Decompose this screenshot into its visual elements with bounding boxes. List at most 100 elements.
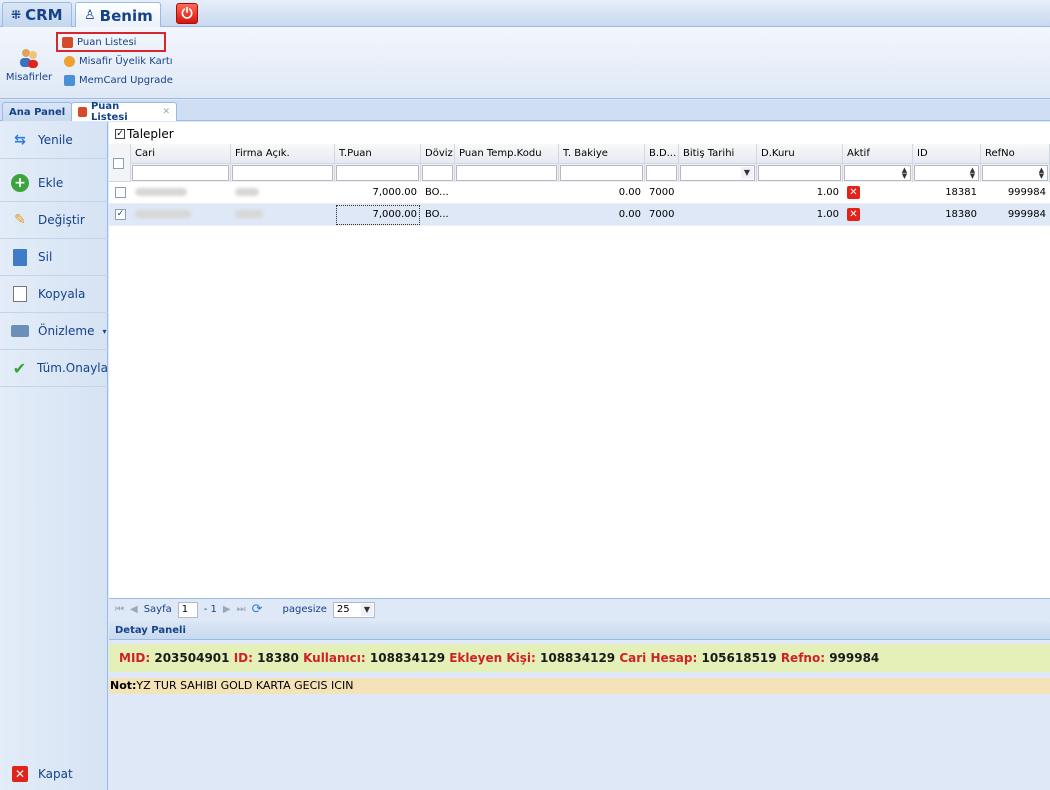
- column-header-aktif[interactable]: Aktif: [843, 144, 913, 164]
- grid-title-checkbox[interactable]: ✓: [115, 129, 125, 139]
- adder-label: Ekleyen Kişi:: [449, 651, 536, 665]
- page-number-input[interactable]: 1: [177, 601, 198, 618]
- last-page-icon[interactable]: ⏭: [237, 604, 246, 615]
- tab-puan-listesi-label: Puan Listesi: [90, 101, 128, 123]
- toolbar-label: Önizleme: [38, 324, 95, 338]
- column-header-doviz[interactable]: Döviz: [421, 144, 455, 164]
- user-label: Kullanıcı:: [303, 651, 366, 665]
- pagesize-select[interactable]: 25 ▼: [332, 601, 375, 618]
- gift-icon: [62, 36, 73, 48]
- column-header-label: Bitiş Tarihi: [683, 148, 735, 159]
- column-header-firma[interactable]: Firma Açık.: [231, 144, 335, 164]
- degistir-button[interactable]: ✎ Değiştir: [0, 202, 108, 239]
- chevron-down-icon[interactable]: ▼: [741, 167, 753, 179]
- toolbar-label: Yenile: [38, 133, 73, 147]
- filter-input[interactable]: ▲ ▼: [914, 165, 979, 181]
- ribbon-item-misafir-uyelik[interactable]: Misafir Üyelik Kartı: [60, 53, 177, 69]
- detail-panel: MID: 203504901 ID: 18380 Kullanıcı: 1088…: [109, 640, 1050, 790]
- tab-ana-panel[interactable]: Ana Panel: [2, 102, 73, 121]
- ribbon-item-label: Misafir Üyelik Kartı: [79, 55, 173, 67]
- spinner-icon[interactable]: ▲ ▼: [1037, 167, 1046, 180]
- power-icon[interactable]: ⏻: [176, 3, 198, 24]
- filter-input[interactable]: ▼: [680, 165, 755, 181]
- first-page-icon[interactable]: ⏮: [115, 604, 124, 615]
- filter-input[interactable]: [422, 165, 453, 181]
- gift-icon: [78, 107, 87, 117]
- column-header-puan-temp[interactable]: Puan Temp.Kodu: [455, 144, 559, 164]
- filter-input[interactable]: ▲ ▼: [982, 165, 1048, 181]
- spinner-icon[interactable]: ▲ ▼: [968, 167, 977, 180]
- sil-button[interactable]: Sil: [0, 239, 108, 276]
- filter-refno: ▲ ▼: [981, 164, 1050, 182]
- kapat-button[interactable]: ✕ Kapat: [0, 755, 108, 790]
- column-header-bd[interactable]: B.D...: [645, 144, 679, 164]
- page-tab-bar: Ana Panel Puan Listesi ✕: [0, 100, 1050, 123]
- tab-puan-listesi[interactable]: Puan Listesi ✕: [71, 101, 177, 123]
- filter-input[interactable]: [758, 165, 841, 181]
- column-header-dkuru[interactable]: D.Kuru: [757, 144, 843, 164]
- yenile-button[interactable]: ⇆ Yenile: [0, 122, 108, 159]
- filter-input[interactable]: [456, 165, 557, 181]
- filter-input[interactable]: ▲ ▼: [844, 165, 911, 181]
- filter-bitis: ▼: [679, 164, 757, 182]
- redacted-value: [135, 210, 191, 218]
- row-checkbox[interactable]: ✓: [115, 209, 126, 220]
- ribbon-item-puan-listesi[interactable]: Puan Listesi: [56, 32, 166, 52]
- filter-input[interactable]: [336, 165, 419, 181]
- onizleme-button[interactable]: Önizleme ▾: [0, 313, 108, 350]
- guests-icon: [18, 47, 40, 69]
- user-icon: ♙: [84, 8, 96, 23]
- column-header-tpuan[interactable]: T.Puan: [335, 144, 421, 164]
- filter-bd: [645, 164, 679, 182]
- table-row[interactable]: 7,000.00 BO... 0.00 7000 1.00 ✕ 18381 99…: [109, 182, 1050, 204]
- filter-input[interactable]: [132, 165, 229, 181]
- chevron-down-icon: ▼: [360, 603, 373, 616]
- pagesize-value: 25: [336, 603, 350, 615]
- tum-onayla-button[interactable]: ✔ Tüm.Onayla: [0, 350, 108, 387]
- close-icon: ✕: [10, 764, 30, 784]
- toolbar-label: Kopyala: [38, 287, 86, 301]
- ribbon-item-memcard-upgrade[interactable]: MemCard Upgrade: [60, 72, 177, 88]
- column-header-refno[interactable]: RefNo: [981, 144, 1050, 164]
- tab-benim[interactable]: ♙ Benim: [75, 2, 161, 28]
- column-header-tbakiye[interactable]: T. Bakiye: [559, 144, 645, 164]
- cell-bd: 7000: [649, 209, 675, 220]
- close-tab-icon[interactable]: ✕: [162, 107, 170, 117]
- mid-label: MID:: [119, 651, 151, 665]
- filter-tbakiye: [559, 164, 645, 182]
- cell-tbakiye: 0.00: [618, 209, 641, 220]
- cell-dkuru: 1.00: [816, 209, 839, 220]
- tab-crm[interactable]: ⁜ CRM: [2, 2, 72, 27]
- column-header-label: Firma Açık.: [235, 148, 290, 159]
- misafirler-label: Misafirler: [5, 72, 53, 83]
- next-page-icon[interactable]: ▶: [223, 604, 231, 615]
- spinner-icon[interactable]: ▲ ▼: [900, 167, 909, 180]
- select-all-checkbox[interactable]: [113, 158, 124, 169]
- cell-refno: 999984: [1007, 187, 1046, 198]
- note-value: YZ TUR SAHIBI GOLD KARTA GECIS ICIN: [136, 679, 354, 692]
- cell-bd: 7000: [649, 187, 675, 198]
- misafirler-button[interactable]: Misafirler: [4, 47, 54, 83]
- note-label: Not:: [110, 679, 137, 692]
- trash-icon: [10, 247, 30, 267]
- add-icon: +: [10, 173, 30, 193]
- column-header-bitis[interactable]: Bitiş Tarihi: [679, 144, 757, 164]
- talepler-grid: ✓ Talepler Cari Firma Açık. T.Puan Döviz…: [109, 122, 1050, 620]
- cell-id: 18381: [945, 187, 977, 198]
- toolbar-label: Değiştir: [38, 213, 85, 227]
- ekle-button[interactable]: + Ekle: [0, 165, 108, 202]
- refresh-arrows-icon: ⇆: [14, 132, 26, 148]
- top-tab-bar: ⁜ CRM ♙ Benim ⏻: [0, 0, 1050, 28]
- filter-input[interactable]: [646, 165, 677, 181]
- prev-page-icon[interactable]: ◀: [130, 604, 138, 615]
- table-row[interactable]: ✓ 7,000.00 BO... 0.00 7000 1.00 ✕ 18380 …: [109, 204, 1050, 226]
- refno-value: 999984: [829, 651, 880, 665]
- row-checkbox[interactable]: [115, 187, 126, 198]
- cell-id: 18380: [945, 209, 977, 220]
- kopyala-button[interactable]: Kopyala: [0, 276, 108, 313]
- refresh-icon[interactable]: ⟳: [252, 602, 263, 617]
- filter-input[interactable]: [560, 165, 643, 181]
- column-header-id[interactable]: ID: [913, 144, 981, 164]
- column-header-cari[interactable]: Cari: [131, 144, 231, 164]
- filter-input[interactable]: [232, 165, 333, 181]
